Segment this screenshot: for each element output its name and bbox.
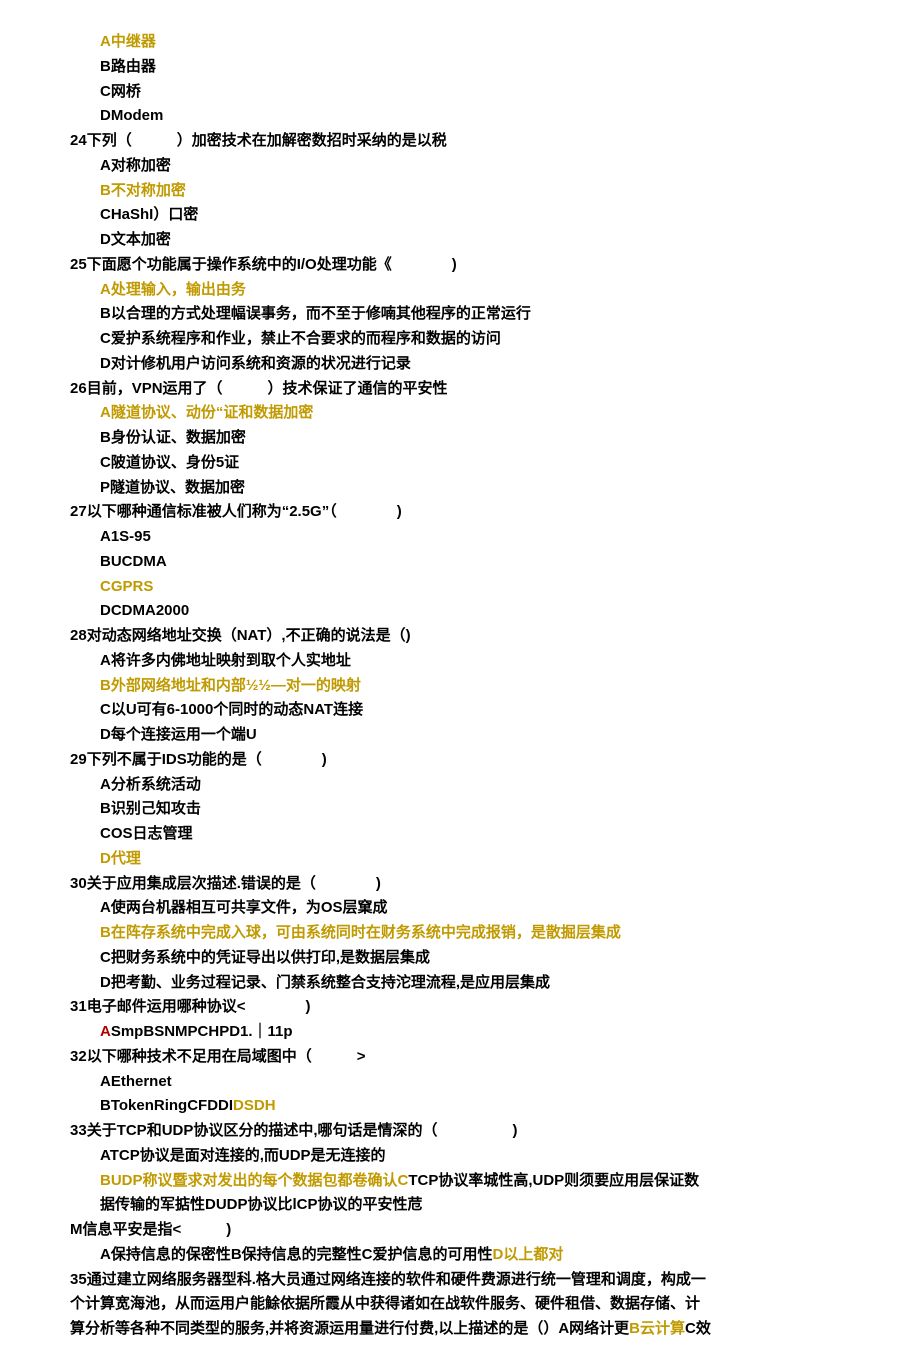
- opt-hl: D以上都对: [493, 1246, 564, 1263]
- option: CGPRS: [100, 575, 860, 600]
- option: D代理: [100, 847, 860, 872]
- q-num: M: [70, 1221, 83, 1238]
- opt-b-rest: TCP协议率城性高,UDP则须要应用层保证数: [408, 1172, 699, 1189]
- option: CHaShI）口密: [100, 203, 860, 228]
- q-num: 26: [70, 380, 87, 397]
- option: B路由器: [100, 55, 860, 80]
- q-text: 下列不属于IDS功能的是（ ): [87, 751, 327, 768]
- option: BUCDMA: [100, 550, 860, 575]
- q-num: 30: [70, 875, 87, 892]
- option: D对计修机用户访问系统和资源的状况进行记录: [100, 352, 860, 377]
- option: C陂道协议、身份5证: [100, 451, 860, 476]
- option: A对称加密: [100, 154, 860, 179]
- option: B不对称加密: [100, 179, 860, 204]
- option: A隧道协议、动份“证和数据加密: [100, 401, 860, 426]
- q-text: 关于应用集成层次描述.错误的是（ ): [87, 875, 381, 892]
- option: A将许多内佛地址映射到取个人实地址: [100, 649, 860, 674]
- option: C把财务系统中的凭证导出以供打印,是数据层集成: [100, 946, 860, 971]
- q-stem: 电子邮件运用哪种协议< ): [87, 998, 311, 1015]
- opt-line: AEthernet: [100, 1070, 860, 1095]
- opt-rest: BSNMPCHPD1.｜11p: [143, 1023, 292, 1040]
- option: B识别己知攻击: [100, 797, 860, 822]
- q-text: 对动态网络地址交换（NAT）,不正确的说法是（): [87, 627, 411, 644]
- option: DModem: [100, 104, 860, 129]
- opt-prefix: BTokenRingCFDDI: [100, 1097, 233, 1114]
- opt-a-label: A: [100, 1023, 111, 1040]
- option: C网桥: [100, 80, 860, 105]
- q-text: 下列（ ）加密技术在加解密数招时采纳的是以税: [87, 132, 447, 149]
- opt-a: ATCP协议是面对连接的,而UDP是无连接的: [100, 1144, 860, 1169]
- q-text: 以下哪种通信标准被人们称为“2.5G”（ ): [87, 503, 402, 520]
- q35-line3-hl: B云计算: [629, 1320, 685, 1337]
- option: C以U可有6-1000个同时的动态NAT连接: [100, 698, 860, 723]
- option: C爱护系统程序和作业，禁止不合要求的而程序和数据的访问: [100, 327, 860, 352]
- q-num: 24: [70, 132, 87, 149]
- question-stem: 30关于应用集成层次描述.错误的是（ ): [70, 872, 860, 897]
- option: A使两台机器相互可共享文件，为OS层窠成: [100, 896, 860, 921]
- question-stem: 27以下哪种通信标准被人们称为“2.5G”（ ): [70, 500, 860, 525]
- option: D把考勤、业务过程记录、门禁系统整合支持沱理流程,是应用层集成: [100, 971, 860, 996]
- option: B以合理的方式处理幅误事务，而不至于修喃其他程序的正常运行: [100, 302, 860, 327]
- option: B身份认证、数据加密: [100, 426, 860, 451]
- option: DCDMA2000: [100, 599, 860, 624]
- q-num: 33: [70, 1122, 87, 1139]
- q-num: 27: [70, 503, 87, 520]
- question-stem: 25下面愿个功能属于操作系统中的I/O处理功能《 ): [70, 253, 860, 278]
- option: A1S-95: [100, 525, 860, 550]
- opt-hl: DSDH: [233, 1097, 276, 1114]
- option: D文本加密: [100, 228, 860, 253]
- q-stem: 信息平安是指< ): [83, 1221, 232, 1238]
- option: COS日志管理: [100, 822, 860, 847]
- opt-b-hl: BUDP称议暨求对发出的每个数据包都卷确认C: [100, 1172, 408, 1189]
- question-stem: 26目前，VPN运用了（ ）技术保证了通信的平安性: [70, 377, 860, 402]
- opt-prefix: A保持信息的保密性B保持信息的完整性C爱护信息的可用性: [100, 1246, 493, 1263]
- question-stem: 29下列不属于IDS功能的是（ ): [70, 748, 860, 773]
- q-num: 35: [70, 1271, 87, 1288]
- option: B在阵存系统中完成入球，可由系统同时在财务系统中完成报销，是散掘层集成: [100, 921, 860, 946]
- question-stem: 28对动态网络地址交换（NAT）,不正确的说法是（): [70, 624, 860, 649]
- option: B外部网络地址和内部½½—对一的映射: [100, 674, 860, 699]
- q-text: 下面愿个功能属于操作系统中的I/O处理功能《 ): [87, 256, 457, 273]
- q35-line3-suffix: C效: [685, 1320, 711, 1337]
- q-num: 25: [70, 256, 87, 273]
- q-num: 31: [70, 998, 87, 1015]
- q-num: 32: [70, 1048, 87, 1065]
- option: A处理输入，输出由务: [100, 278, 860, 303]
- option: D每个连接运用一个端U: [100, 723, 860, 748]
- option: P隧道协议、数据加密: [100, 476, 860, 501]
- q-stem: 通过建立网络服务器型科.格大员通过网络连接的软件和硬件费源进行统一管理和调度，构…: [87, 1271, 706, 1288]
- q35-line2: 个计算宽海池，从而运用户能鮽依据所霞从中获得诸如在战软件服务、硬件租借、数据存储…: [70, 1292, 860, 1317]
- opt-a-text: Smp: [111, 1023, 144, 1040]
- q-num: 29: [70, 751, 87, 768]
- option: A中继器: [100, 30, 860, 55]
- q-text: 目前，VPN运用了（ ）技术保证了通信的平安性: [87, 380, 448, 397]
- q-num: 28: [70, 627, 87, 644]
- option: A分析系统活动: [100, 773, 860, 798]
- q35-line3-prefix: 算分析等各种不同类型的服务,并将资源运用量进行付费,以上描述的是（）A网络计更: [70, 1320, 629, 1337]
- opt-b-line2: 据传输的军掂性DUDP协议比lCP协议的平安性苊: [100, 1193, 860, 1218]
- q-stem: 以下哪种技术不足用在局域图中（ >: [87, 1048, 366, 1065]
- q-stem: 关于TCP和UDP协议区分的描述中,哪句话是情深的（ ): [87, 1122, 518, 1139]
- question-stem: 24下列（ ）加密技术在加解密数招时采纳的是以税: [70, 129, 860, 154]
